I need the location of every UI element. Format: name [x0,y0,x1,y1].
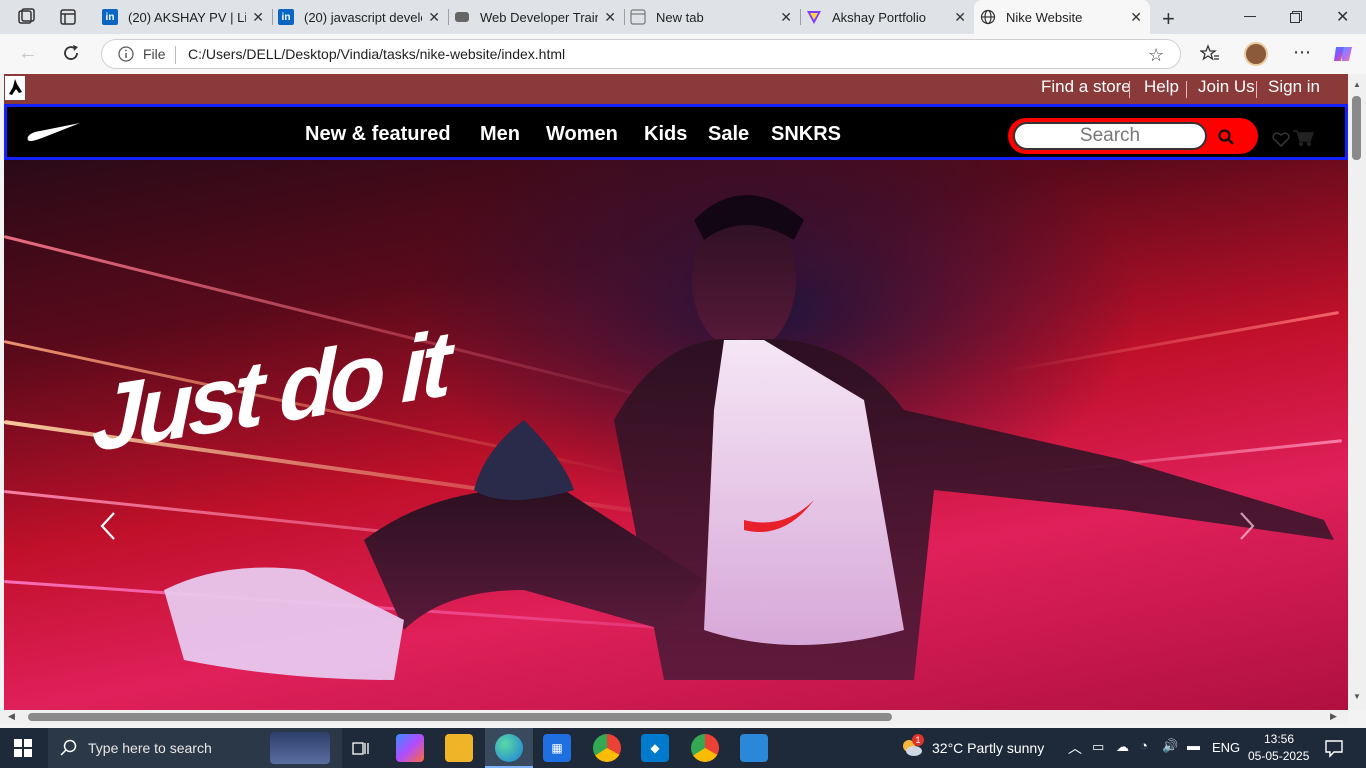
page-icon [454,9,470,25]
horizontal-scroll-thumb[interactable] [28,713,892,721]
nav-new-featured[interactable]: New & featured [305,123,451,146]
search-icon[interactable] [1217,128,1235,146]
search-input[interactable] [1013,122,1207,150]
restore-button[interactable] [1290,10,1302,23]
tab-title: Akshay Portfolio [832,9,926,25]
new-tab-button[interactable]: + [1162,6,1175,32]
cart-icon[interactable] [1292,129,1315,147]
close-tab-icon[interactable]: ✕ [1130,9,1142,26]
info-icon[interactable] [118,46,134,62]
file-explorer-icon[interactable] [445,734,473,762]
address-bar[interactable]: File C:/Users/DELL/Desktop/Vindia/tasks/… [101,39,1181,69]
search-icon [60,739,78,757]
close-tab-icon[interactable]: ✕ [252,9,264,26]
weather-icon[interactable]: 1 [900,734,924,758]
tab-actions-icon[interactable] [59,8,77,26]
close-tab-icon[interactable]: ✕ [604,9,616,26]
more-menu-icon[interactable]: ⋯ [1293,42,1312,63]
utility-bar: Find a store Help Join Us Sign in [4,74,1348,104]
tab-nike-website[interactable]: Nike Website ✕ [974,0,1150,34]
vertical-scroll-thumb[interactable] [1352,96,1361,160]
browser-toolbar: ← File C:/Users/DELL/Desktop/Vindia/task… [0,34,1366,74]
tab-title: New tab [656,9,704,25]
favorite-star-icon[interactable]: ☆ [1148,45,1164,66]
volume-icon[interactable]: 🔊 [1162,738,1178,754]
weather-text[interactable]: 32°C Partly sunny [932,740,1044,756]
address-prefix: File [143,46,166,62]
nav-men[interactable]: Men [480,123,520,146]
sign-in-link[interactable]: Sign in [1268,77,1320,97]
carousel-prev-icon[interactable] [98,510,118,542]
tab-title: (20) javascript develop [304,9,422,25]
nike-swoosh-logo[interactable] [26,122,80,142]
copilot-icon[interactable] [1332,43,1354,65]
close-tab-icon[interactable]: ✕ [780,9,792,26]
battery-icon[interactable]: ▬ [1187,738,1200,753]
notifications-icon[interactable] [1324,738,1344,758]
nav-women[interactable]: Women [546,123,618,146]
reload-button[interactable] [61,43,81,63]
chrome-profile-icon[interactable] [691,734,719,762]
globe-icon [980,9,996,25]
help-link[interactable]: Help [1144,77,1179,97]
close-tab-icon[interactable]: ✕ [954,9,966,26]
network-off-icon[interactable]: ☁ [1116,739,1129,755]
web-page: Find a store Help Join Us Sign in New & … [4,74,1348,710]
photos-icon[interactable] [740,734,768,762]
language-indicator[interactable]: ENG [1212,740,1240,755]
vertical-scrollbar[interactable]: ▲ ▼ [1348,74,1366,710]
tab-title: Web Developer Trainee [480,9,598,25]
windows-start-icon[interactable] [14,739,32,757]
clock-date[interactable]: 05-05-2025 [1248,749,1309,763]
favorites-icon[interactable] [1199,44,1220,64]
newtab-icon [630,9,646,25]
main-navigation: New & featured Men Women Kids Sale SNKRS [4,104,1348,160]
wifi-icon[interactable]: ◔ [1140,738,1148,753]
join-us-link[interactable]: Join Us [1198,77,1255,97]
tab-title: Nike Website [1006,9,1083,25]
taskbar-search-box[interactable]: Type here to search [48,728,342,768]
edge-taskbar-active[interactable] [485,728,533,768]
horizontal-scrollbar[interactable]: ◀ ▶ [0,710,1348,724]
find-store-link[interactable]: Find a store [1041,77,1131,97]
tab-portfolio[interactable]: Akshay Portfolio ✕ [800,0,974,34]
tab-new-tab[interactable]: New tab ✕ [624,0,800,34]
clock-time[interactable]: 13:56 [1264,732,1294,746]
tab-title: (20) AKSHAY PV | Linke [128,9,246,25]
search-bar [1008,118,1258,154]
meet-now-icon[interactable]: ▭ [1092,739,1104,755]
chevron-up-icon[interactable]: ︿ [1068,738,1082,758]
nav-sale[interactable]: Sale [708,123,749,146]
avatar[interactable] [1244,42,1268,66]
tab-linkedin-profile[interactable]: in (20) AKSHAY PV | Linke ✕ [96,0,272,34]
close-tab-icon[interactable]: ✕ [428,9,440,26]
url-text[interactable]: C:/Users/DELL/Desktop/Vindia/tasks/nike-… [188,46,565,62]
task-view-icon[interactable] [352,740,370,756]
tab-linkedin-search[interactable]: in (20) javascript develop ✕ [272,0,448,34]
minimize-button[interactable] [1244,16,1256,17]
weather-badge: 1 [912,734,924,746]
nav-snkrs[interactable]: SNKRS [771,123,841,146]
vscode-icon[interactable]: ◆ [641,734,669,762]
microsoft-store-icon[interactable]: ▦ [543,734,571,762]
jordan-logo-icon[interactable] [5,76,25,100]
linkedin-icon: in [278,9,294,25]
portfolio-icon [806,9,822,25]
close-window-button[interactable]: ✕ [1336,7,1349,27]
chrome-icon[interactable] [593,734,621,762]
windows-taskbar: Type here to search ▦ ◆ 1 32°C Partly su… [0,728,1366,768]
nav-kids[interactable]: Kids [644,123,687,146]
copilot-app-icon[interactable] [396,734,424,762]
linkedin-icon: in [102,9,118,25]
hero-banner: Just do it [4,160,1348,710]
carousel-next-icon[interactable] [1237,510,1257,542]
taskbar-search-placeholder: Type here to search [88,740,212,756]
back-button[interactable]: ← [18,42,38,65]
browser-tab-bar: in (20) AKSHAY PV | Linke ✕ in (20) java… [0,0,1366,34]
heart-icon[interactable] [1272,131,1290,148]
tab-web-developer[interactable]: Web Developer Trainee ✕ [448,0,624,34]
workspaces-icon[interactable] [16,8,36,26]
search-highlight-image [270,732,330,764]
edge-icon [495,734,523,762]
